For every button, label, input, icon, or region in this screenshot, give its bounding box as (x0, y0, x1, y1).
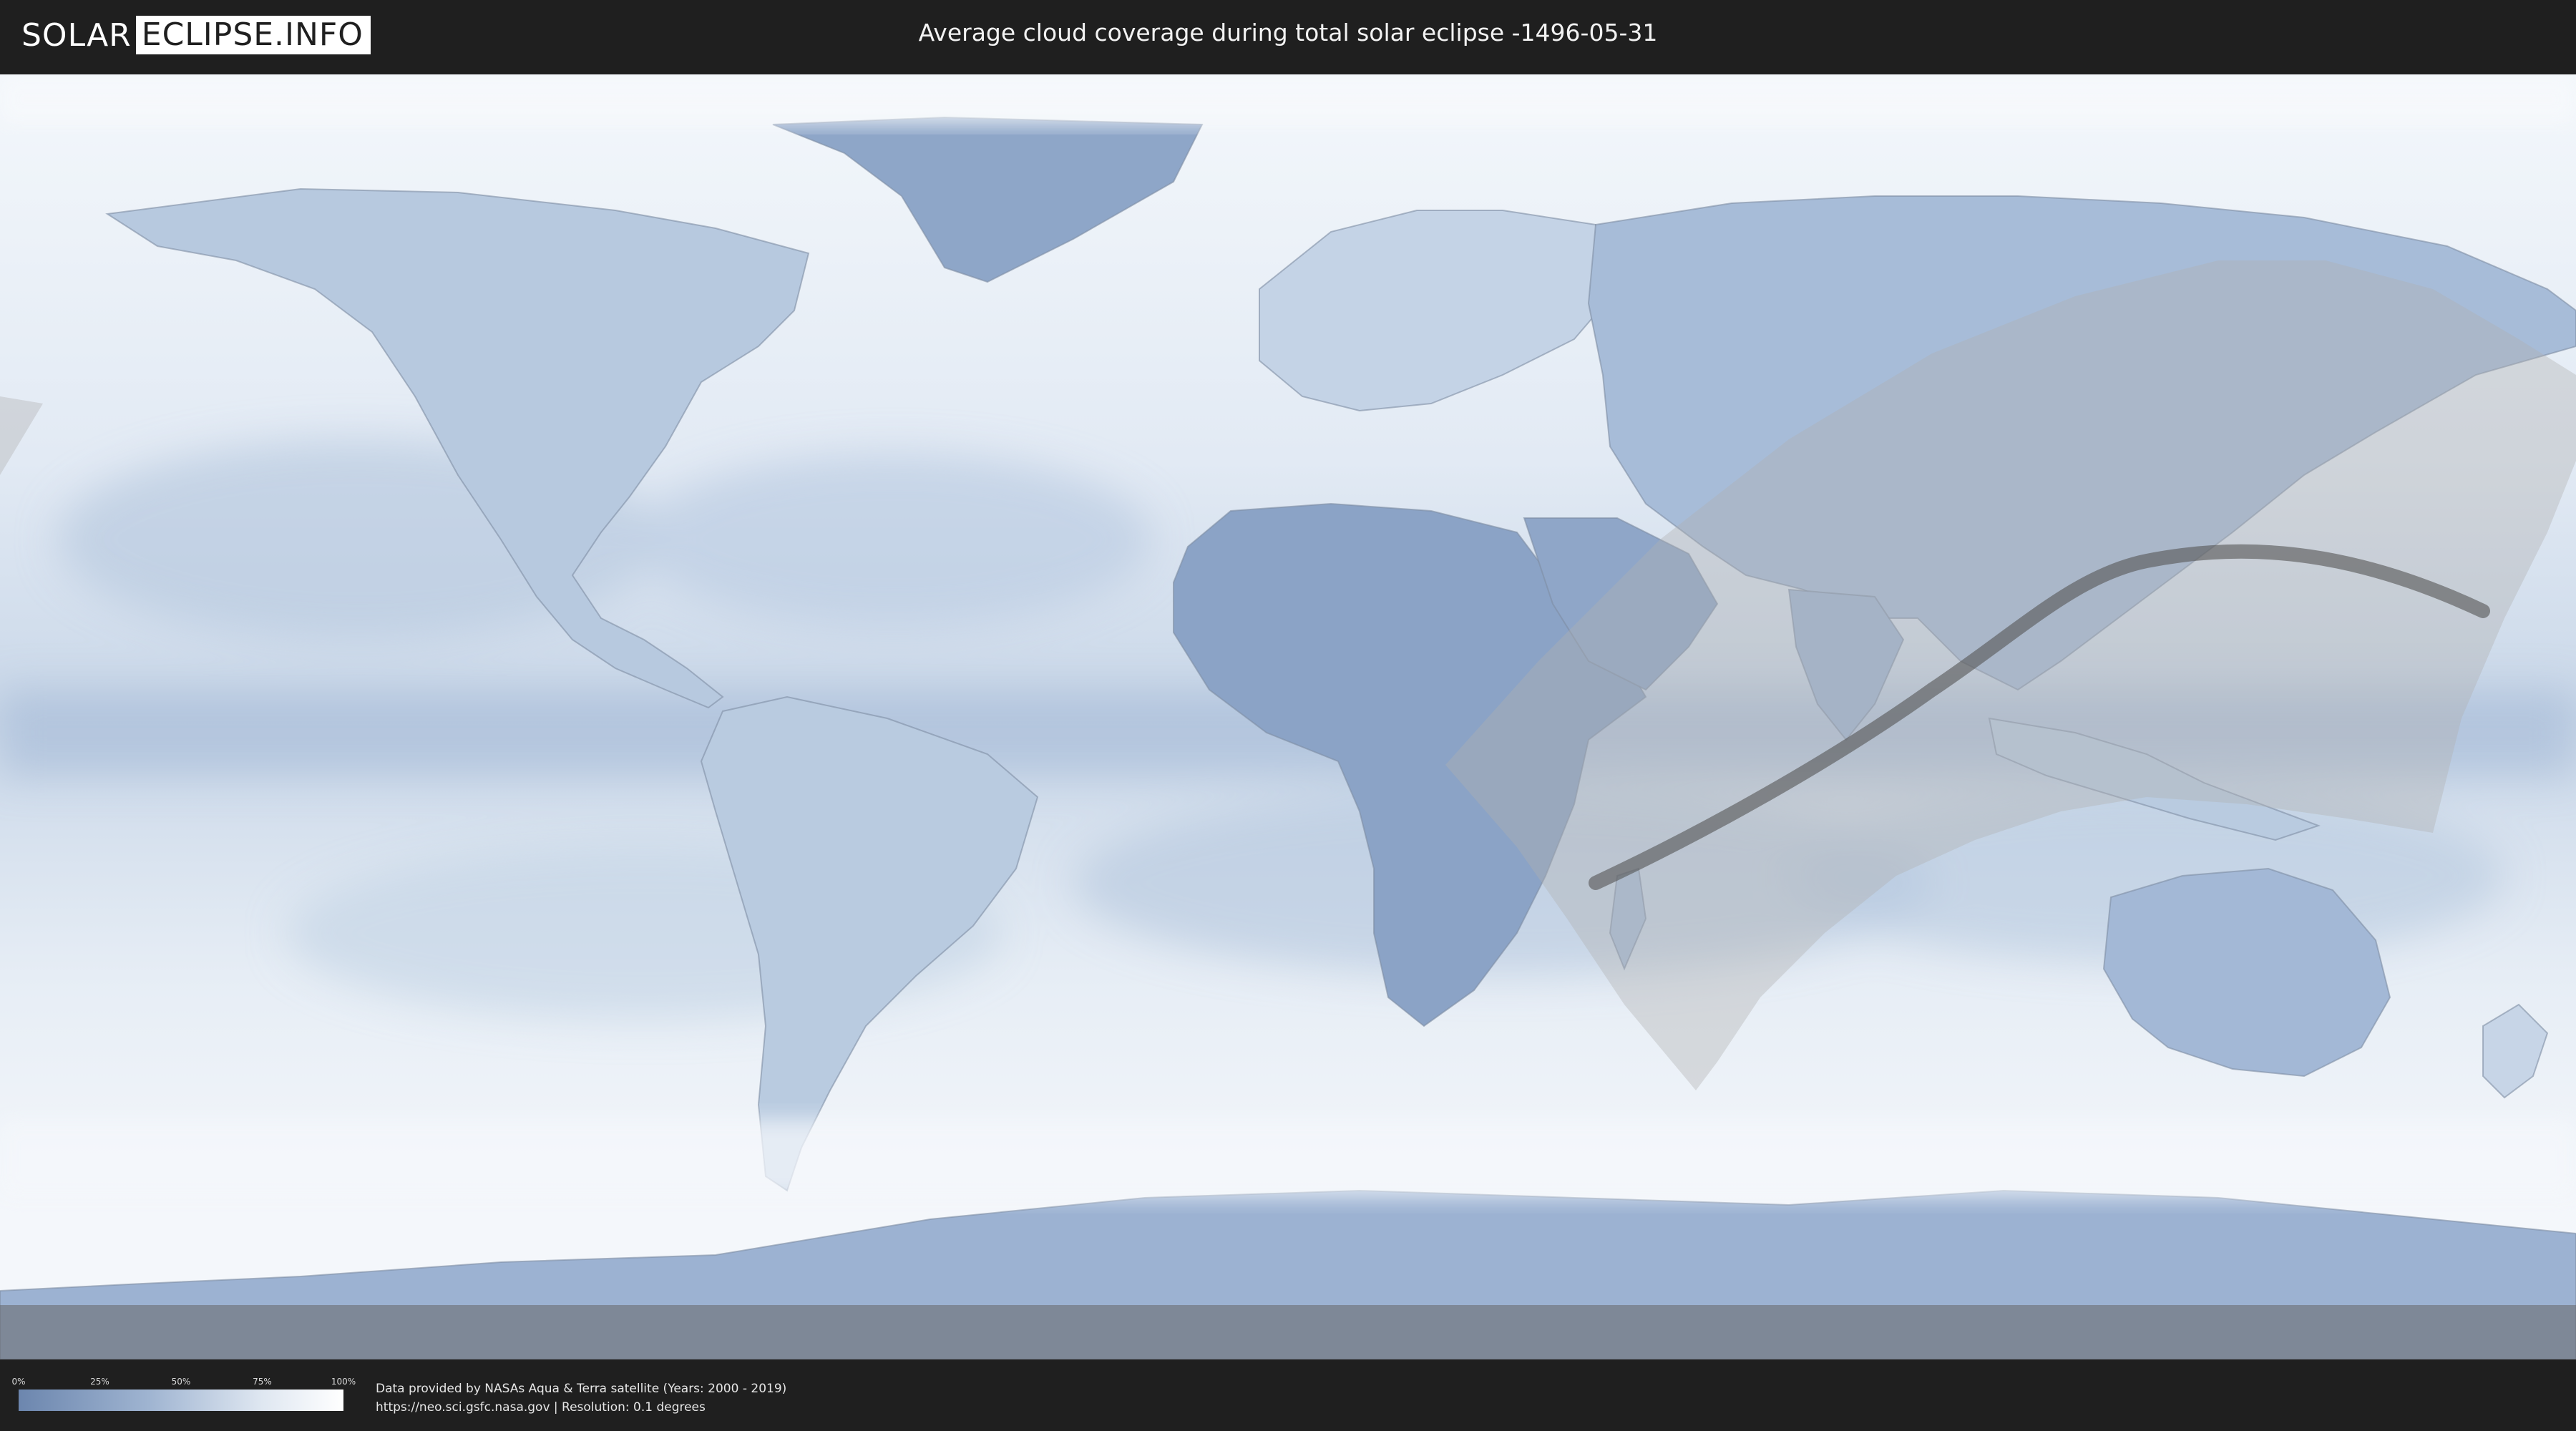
legend-tick-0: 0% (11, 1377, 26, 1387)
legend-tick-25: 25% (90, 1377, 109, 1387)
footer-bar: 0% 25% 50% 75% 100% Data provided by NAS… (0, 1359, 2576, 1431)
legend-tick-75: 75% (253, 1377, 272, 1387)
southern-ocean-cloud-band (0, 1119, 2576, 1198)
page-title: Average cloud coverage during total sola… (918, 19, 1658, 47)
credits-line-url: https://neo.sci.gsfc.nasa.gov | Resoluti… (376, 1400, 706, 1415)
arctic-cloud-band (0, 74, 2576, 124)
legend-color-bar (19, 1390, 343, 1411)
world-map-svg (0, 74, 2576, 1359)
data-credits: Data provided by NASAs Aqua & Terra sate… (376, 1379, 786, 1417)
cloud-coverage-map[interactable] (0, 74, 2576, 1359)
legend-tick-row: 0% 25% 50% 75% 100% (11, 1377, 356, 1390)
credits-line-source: Data provided by NASAs Aqua & Terra sate… (376, 1382, 787, 1396)
header-bar: SOLAR ECLIPSE.INFO Average cloud coverag… (0, 0, 2576, 72)
legend-tick-50: 50% (171, 1377, 191, 1387)
south-pole-edge-overlay (0, 1305, 2576, 1359)
legend-tick-100: 100% (331, 1377, 356, 1387)
cloud-coverage-legend: 0% 25% 50% 75% 100% (11, 1377, 356, 1411)
